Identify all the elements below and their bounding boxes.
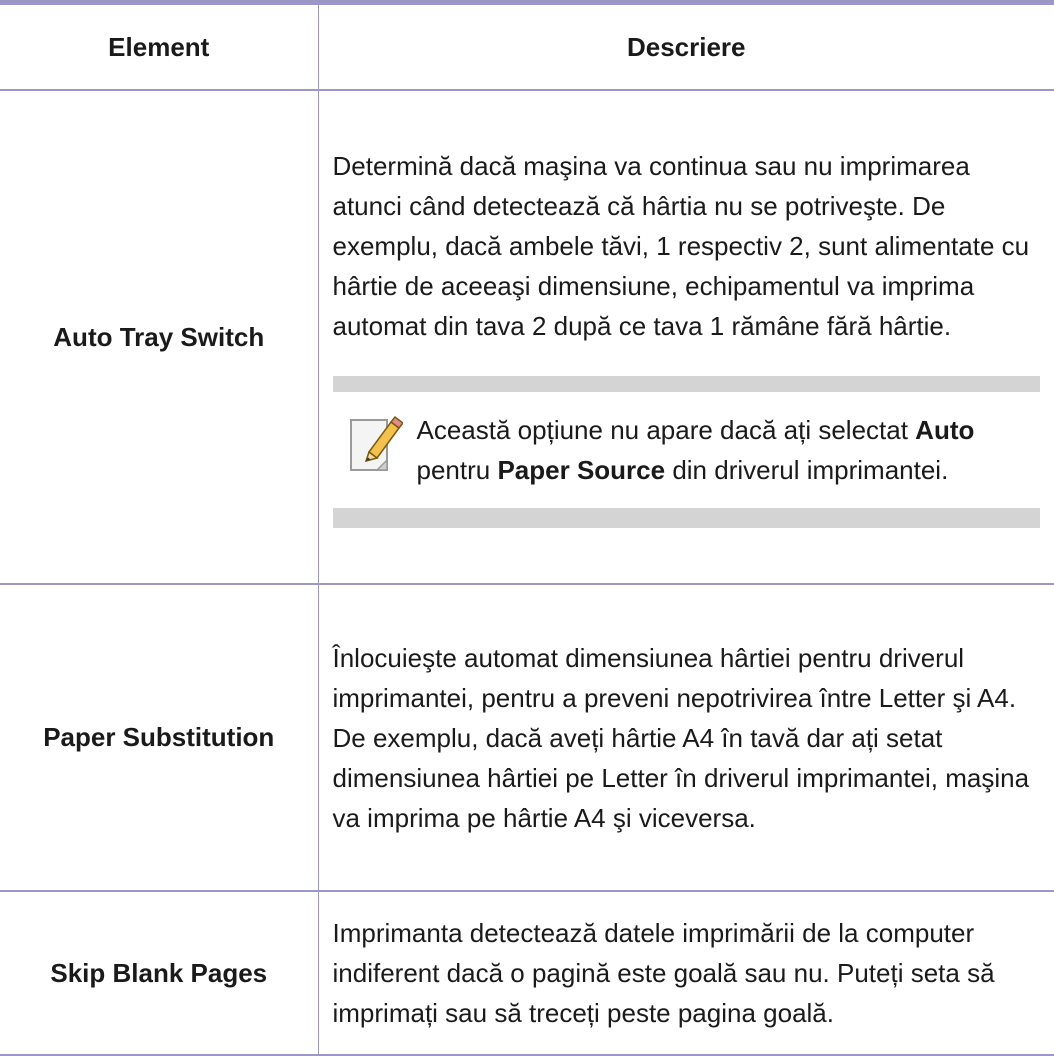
element-description: Înlocuieşte automat dimensiunea hârtiei … [332, 642, 1030, 833]
table-row: Skip Blank Pages Imprimanta detectează d… [0, 891, 1054, 1056]
table-row: Paper Substitution Înlocuieşte automat d… [0, 584, 1054, 892]
note-text-part: din driverul imprimantei. [665, 455, 949, 485]
settings-table: Element Descriere Auto Tray Switch Deter… [0, 5, 1054, 1056]
note-text-part: Această opțiune nu apare dacă ați select… [416, 415, 916, 445]
element-description: Determină dacă maşina va continua sau nu… [332, 151, 1030, 341]
element-name: Auto Tray Switch [0, 90, 318, 585]
element-description-cell: Determină dacă maşina va continua sau nu… [317, 90, 1054, 585]
table-header-row: Element Descriere [0, 5, 1054, 91]
note-box: Această opțiune nu apare dacă ați select… [332, 376, 1040, 528]
element-name: Skip Blank Pages [0, 891, 318, 1056]
note-content: Această opțiune nu apare dacă ați select… [332, 392, 1040, 508]
note-bold-paper-source: Paper Source [497, 455, 666, 485]
note-text-part: pentru [416, 455, 498, 485]
note-pencil-icon [347, 414, 404, 474]
table-row: Auto Tray Switch Determină dacă maşina v… [0, 90, 1054, 585]
header-element: Element [0, 5, 318, 91]
element-description-cell: Imprimanta detectează datele imprimării … [317, 891, 1054, 1056]
element-name: Paper Substitution [0, 584, 318, 892]
note-text: Această opțiune nu apare dacă ați select… [417, 410, 1027, 490]
header-description: Descriere [317, 5, 1054, 91]
element-description-cell: Înlocuieşte automat dimensiunea hârtiei … [317, 584, 1054, 892]
note-bold-auto: Auto [915, 415, 975, 445]
element-description: Imprimanta detectează datele imprimării … [332, 918, 995, 1028]
page: Element Descriere Auto Tray Switch Deter… [0, 0, 1054, 1056]
